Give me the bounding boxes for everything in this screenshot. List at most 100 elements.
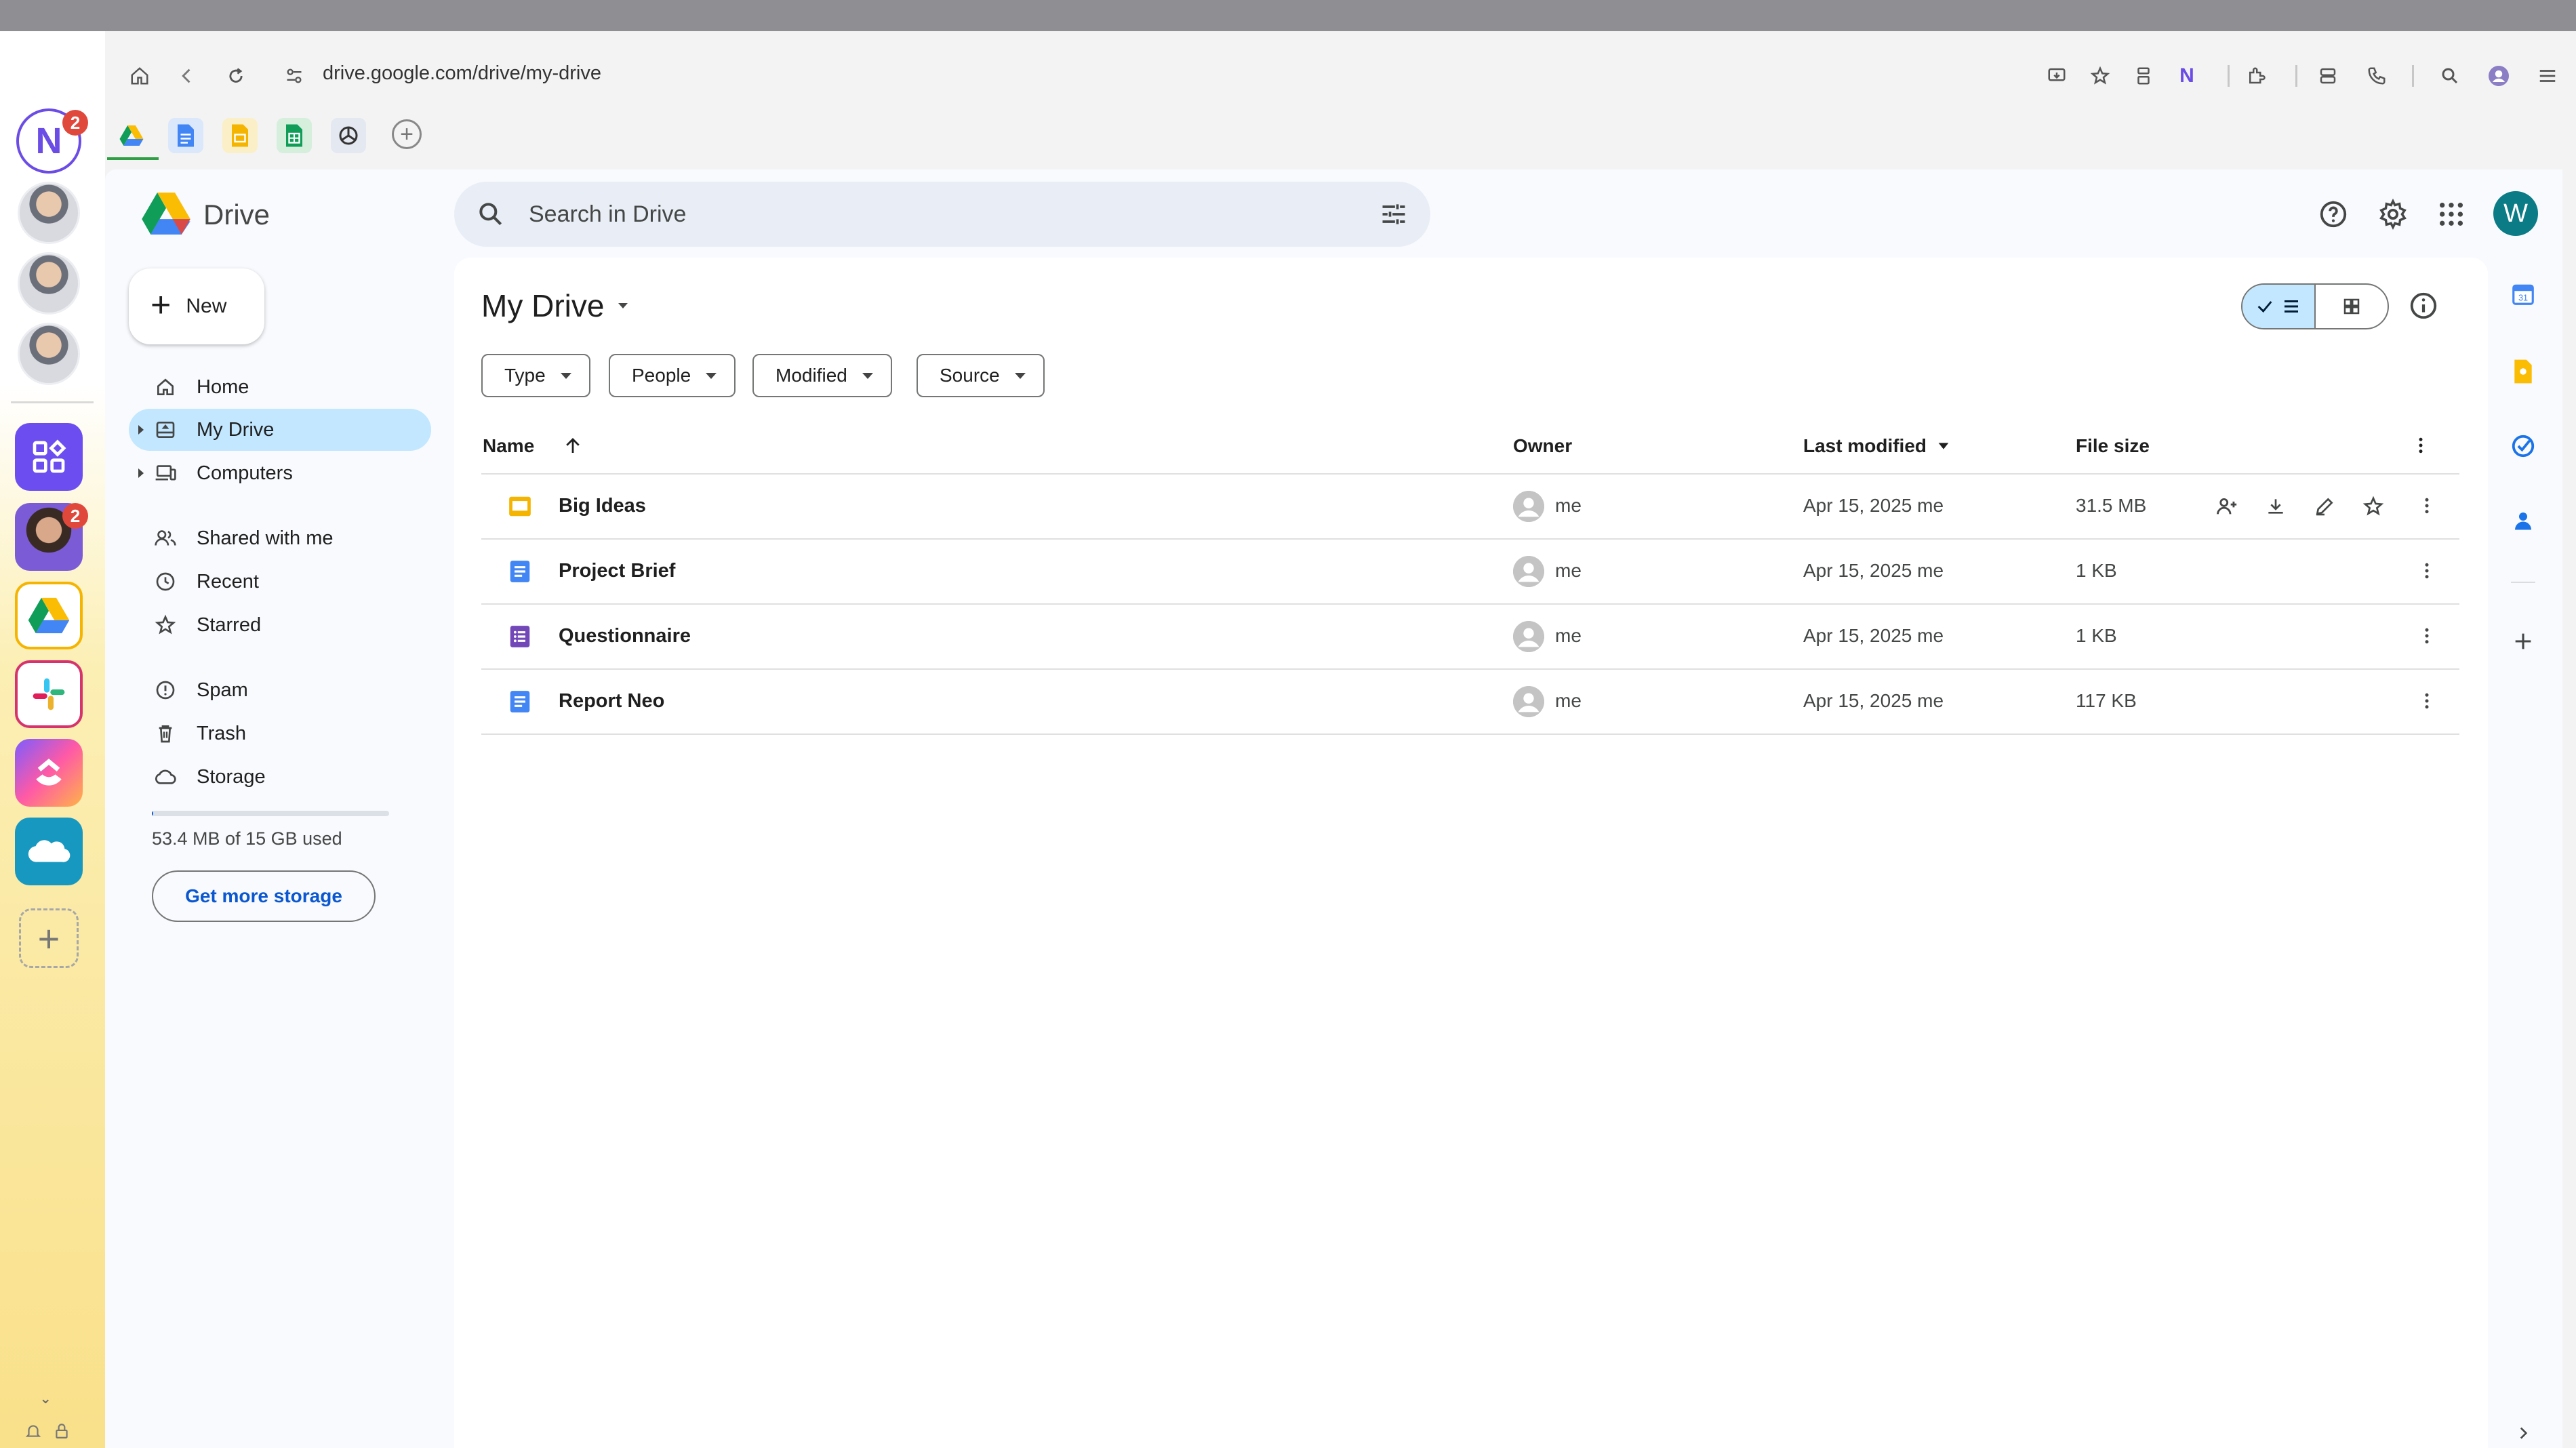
filter-modified-chip[interactable]: Modified bbox=[752, 354, 892, 397]
list-view-button[interactable] bbox=[2242, 285, 2316, 328]
more-actions-icon[interactable] bbox=[2413, 687, 2440, 715]
file-name[interactable]: Big Ideas bbox=[559, 495, 646, 517]
account-avatar[interactable]: W bbox=[2493, 191, 2538, 236]
phone-icon[interactable] bbox=[2362, 61, 2392, 91]
table-row[interactable]: Big Ideas me Apr 15, 2025 me 31.5 MB bbox=[481, 475, 2459, 538]
search-options-icon[interactable] bbox=[1379, 199, 1409, 233]
more-actions-icon[interactable] bbox=[2413, 557, 2440, 584]
more-actions-icon[interactable] bbox=[2413, 492, 2440, 519]
tab-chatgpt[interactable] bbox=[331, 118, 366, 153]
bell-icon[interactable] bbox=[24, 1422, 42, 1443]
sidebar-item-home[interactable]: Home bbox=[129, 366, 431, 408]
column-options-icon[interactable] bbox=[2411, 435, 2431, 456]
search-icon[interactable] bbox=[2435, 61, 2465, 91]
grid-view-button[interactable] bbox=[2316, 285, 2388, 328]
sidebar-item-storage[interactable]: Storage bbox=[129, 756, 431, 798]
rename-pencil-icon[interactable] bbox=[2309, 491, 2340, 522]
sidebar-item-label: Computers bbox=[197, 462, 293, 484]
more-actions-icon[interactable] bbox=[2413, 622, 2440, 649]
storage-icon[interactable] bbox=[2313, 61, 2343, 91]
site-settings-icon[interactable] bbox=[279, 61, 309, 91]
tab-google-slides[interactable] bbox=[222, 118, 258, 153]
file-name[interactable]: Project Brief bbox=[559, 560, 675, 582]
sidebar-item-spam[interactable]: Spam bbox=[129, 669, 431, 711]
calendar-icon[interactable]: 31 bbox=[2508, 279, 2538, 309]
sidebar-item-my-drive[interactable]: My Drive bbox=[129, 409, 431, 451]
contact-avatar[interactable] bbox=[18, 252, 80, 315]
expand-caret-icon[interactable] bbox=[138, 468, 144, 478]
google-drive-app-icon[interactable] bbox=[15, 582, 83, 649]
table-row[interactable]: Questionnaire me Apr 15, 2025 me 1 KB bbox=[481, 605, 2459, 668]
column-header-owner[interactable]: Owner bbox=[1513, 435, 1572, 457]
sidebar-item-starred[interactable]: Starred bbox=[129, 604, 431, 646]
settings-gear-icon[interactable] bbox=[2375, 197, 2411, 232]
contact-avatar[interactable] bbox=[18, 323, 80, 385]
home-icon bbox=[152, 374, 179, 401]
file-name[interactable]: Questionnaire bbox=[559, 625, 691, 647]
help-icon[interactable] bbox=[2316, 197, 2351, 232]
contacts-icon[interactable] bbox=[2508, 506, 2538, 536]
get-more-storage-button[interactable]: Get more storage bbox=[152, 870, 376, 922]
filter-type-chip[interactable]: Type bbox=[481, 354, 590, 397]
sort-arrow-up-icon[interactable] bbox=[563, 436, 583, 456]
chevron-right-icon[interactable] bbox=[2508, 1418, 2538, 1448]
app-launcher-icon[interactable] bbox=[15, 423, 83, 491]
table-row[interactable]: Project Brief me Apr 15, 2025 me 1 KB bbox=[481, 540, 2459, 603]
row-divider bbox=[481, 733, 2459, 735]
tab-google-sheets[interactable] bbox=[277, 118, 312, 153]
extensions-icon[interactable] bbox=[2241, 61, 2271, 91]
clickup-app-icon[interactable] bbox=[15, 739, 83, 807]
profile-icon[interactable] bbox=[2484, 61, 2514, 91]
table-row[interactable]: Report Neo me Apr 15, 2025 me 117 KB bbox=[481, 670, 2459, 733]
extension-n-icon[interactable]: N bbox=[2172, 61, 2202, 91]
bookmark-star-icon[interactable] bbox=[2085, 61, 2115, 91]
home-icon[interactable] bbox=[125, 61, 155, 91]
grid-icon bbox=[2343, 298, 2360, 315]
add-addon-icon[interactable] bbox=[2508, 626, 2538, 656]
filter-people-chip[interactable]: People bbox=[609, 354, 736, 397]
reload-icon[interactable] bbox=[221, 61, 251, 91]
contact-avatar[interactable] bbox=[18, 182, 80, 244]
search-input[interactable] bbox=[529, 182, 1308, 247]
file-name[interactable]: Report Neo bbox=[559, 690, 664, 712]
slack-app-icon[interactable] bbox=[15, 660, 83, 728]
sidebar-item-trash[interactable]: Trash bbox=[129, 712, 431, 755]
install-app-icon[interactable] bbox=[2042, 61, 2072, 91]
back-icon[interactable] bbox=[172, 61, 202, 91]
tab-google-docs[interactable] bbox=[168, 118, 203, 153]
new-tab-button[interactable]: + bbox=[392, 119, 422, 149]
rail-divider bbox=[11, 401, 94, 403]
sidebar-item-recent[interactable]: Recent bbox=[129, 561, 431, 603]
info-icon[interactable] bbox=[2408, 290, 2439, 325]
keep-icon[interactable] bbox=[2508, 357, 2538, 386]
tab-search-icon[interactable] bbox=[2129, 61, 2158, 91]
page-title[interactable]: My Drive bbox=[481, 287, 631, 324]
chevron-down-icon[interactable]: ⌄ bbox=[39, 1390, 52, 1407]
tab-google-drive[interactable] bbox=[114, 118, 149, 153]
filter-source-chip[interactable]: Source bbox=[917, 354, 1045, 397]
share-icon[interactable] bbox=[2211, 491, 2242, 522]
download-icon[interactable] bbox=[2260, 491, 2291, 522]
tasks-icon[interactable] bbox=[2508, 431, 2538, 461]
column-header-name[interactable]: Name bbox=[483, 435, 583, 457]
computer-icon bbox=[152, 460, 179, 487]
view-toggle bbox=[2241, 283, 2389, 329]
sidebar-item-computers[interactable]: Computers bbox=[129, 452, 431, 494]
salesforce-app-icon[interactable] bbox=[15, 818, 83, 885]
menu-icon[interactable] bbox=[2533, 61, 2562, 91]
people-icon bbox=[152, 525, 179, 552]
search-icon[interactable] bbox=[476, 199, 506, 233]
column-header-file-size[interactable]: File size bbox=[2076, 435, 2150, 457]
address-bar[interactable]: drive.google.com/drive/my-drive bbox=[323, 62, 601, 85]
add-app-button[interactable]: + bbox=[19, 908, 79, 968]
column-header-last-modified[interactable]: Last modified bbox=[1803, 435, 1951, 457]
expand-caret-icon[interactable] bbox=[138, 425, 144, 435]
google-apps-icon[interactable] bbox=[2434, 197, 2469, 232]
sidebar-item-shared-with-me[interactable]: Shared with me bbox=[129, 517, 431, 559]
owner-avatar bbox=[1513, 491, 1544, 522]
lock-icon[interactable] bbox=[53, 1422, 71, 1443]
search-bar[interactable] bbox=[454, 182, 1430, 247]
drive-logo-icon[interactable] bbox=[140, 190, 193, 241]
star-icon[interactable] bbox=[2358, 491, 2389, 522]
new-button[interactable]: + New bbox=[129, 268, 264, 344]
